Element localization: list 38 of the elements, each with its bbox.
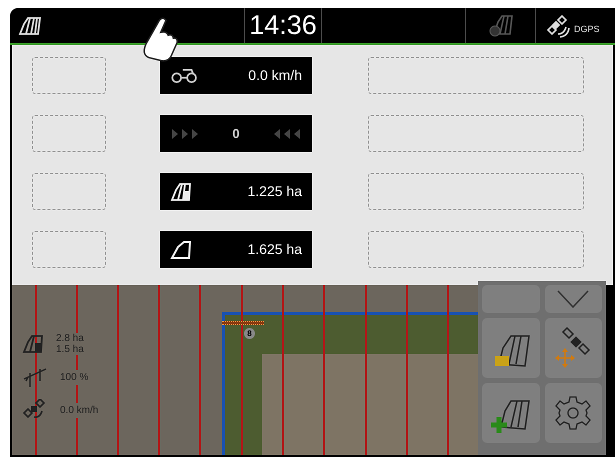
instrument-display[interactable]: 0.0 km/h — [160, 57, 312, 94]
instrument-display[interactable]: 1.225 ha — [160, 173, 312, 210]
satellite-icon[interactable] — [544, 14, 572, 38]
field-worked-icon — [22, 334, 44, 354]
open-field-button[interactable] — [482, 318, 540, 378]
move-gps-button[interactable] — [544, 318, 602, 378]
area-value: 2.8 ha — [56, 333, 84, 344]
instrument-display[interactable]: 0 — [160, 115, 312, 152]
implement-boom — [222, 321, 264, 325]
empty-slot[interactable] — [32, 57, 106, 94]
chevron-down-icon — [556, 289, 590, 309]
instrument-value: 1.625 ha — [248, 240, 302, 259]
tramline-icon[interactable] — [18, 16, 42, 36]
satellite-icon — [22, 399, 48, 421]
instrument-display[interactable]: 1.625 ha — [160, 231, 312, 268]
empty-slot[interactable] — [368, 173, 584, 210]
gps-mode-label: DGPS — [574, 22, 600, 36]
instrument-value: 0.0 km/h — [248, 66, 302, 85]
empty-slot[interactable] — [368, 57, 584, 94]
instrument-value: 1.225 ha — [248, 182, 302, 201]
settings-icon — [555, 395, 592, 431]
field-icon — [170, 240, 192, 260]
empty-slot[interactable] — [368, 231, 584, 268]
tractor-icon — [170, 68, 200, 82]
section-control-icon[interactable] — [488, 14, 514, 38]
expand-button[interactable] — [544, 285, 602, 313]
empty-slot[interactable] — [32, 115, 106, 152]
field-worked-icon — [170, 182, 192, 202]
clock-time: 14:36 — [249, 12, 317, 39]
instrument-value: 0 — [232, 124, 240, 143]
empty-slot[interactable] — [368, 115, 584, 152]
new-field-button[interactable] — [482, 383, 540, 443]
speed-value: 0.0 km/h — [58, 402, 100, 418]
settings-button[interactable] — [544, 383, 602, 443]
empty-slot[interactable] — [32, 173, 106, 210]
rate-value: 100 % — [58, 370, 90, 384]
area-value: 1.5 ha — [56, 344, 84, 355]
empty-slot[interactable] — [32, 231, 106, 268]
